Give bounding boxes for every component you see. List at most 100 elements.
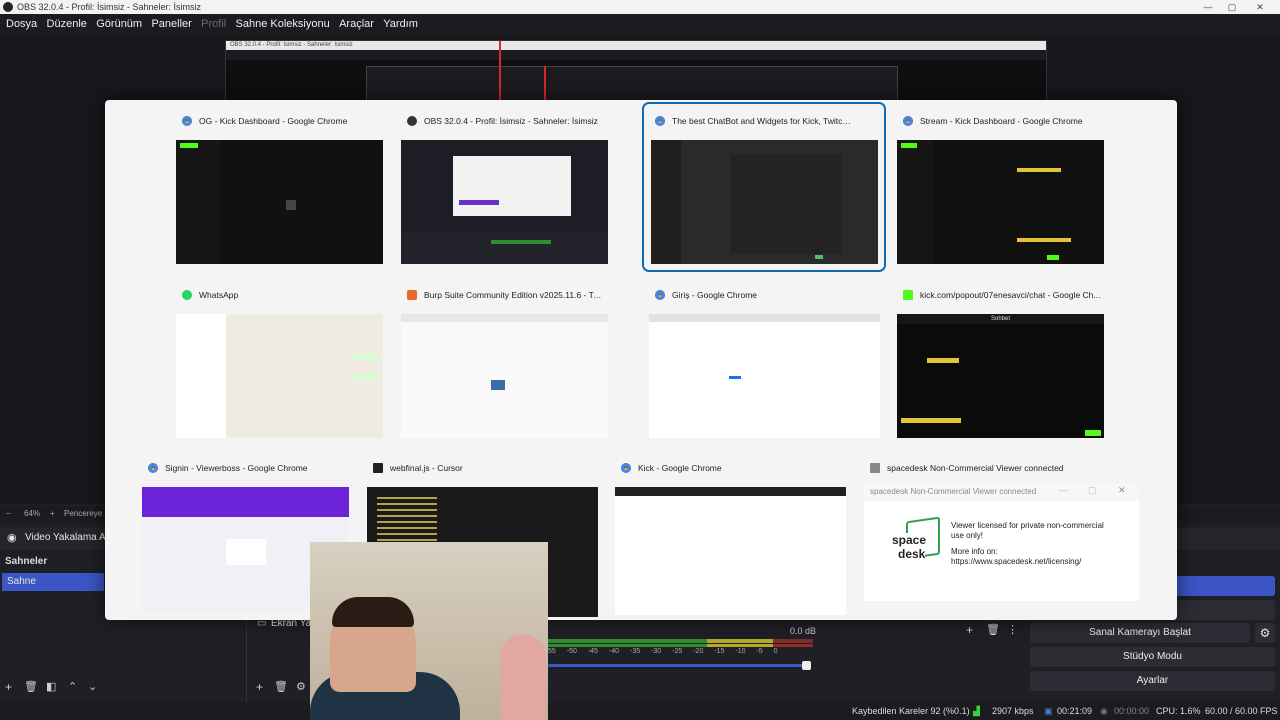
window-title: Giriş - Google Chrome <box>672 290 758 300</box>
chrome-icon <box>655 116 665 126</box>
remove-scene-icon[interactable]: 🗑 <box>24 680 38 693</box>
menu-tools[interactable]: Araçlar <box>339 14 374 34</box>
dialog-close-icon[interactable]: ✕ <box>1118 485 1126 496</box>
scene-filters-icon[interactable]: ◧ <box>46 680 56 693</box>
meter-tick: -20 <box>693 648 704 655</box>
audio-mixer-dock: 0.0 dB 55 -50 -45 -40 -35 -30 -25 -20 -1… <box>548 620 1018 702</box>
minimize-icon[interactable]: — <box>1196 0 1220 14</box>
remove-audio-icon[interactable]: 🗑 <box>986 623 1000 636</box>
meter-tick: -40 <box>608 648 620 655</box>
window-title: WhatsApp <box>199 290 239 300</box>
window-title: OBS 32.0.4 - Profil: İsimsiz - Sahneler:… <box>424 116 598 126</box>
volume-slider[interactable] <box>548 664 808 667</box>
source-properties-icon[interactable]: ⚙ <box>296 680 306 693</box>
meter-tick: -35 <box>629 648 641 655</box>
meter-tick: -45 <box>587 648 598 655</box>
window-switcher: OG - Kick Dashboard - Google Chrome OBS … <box>105 100 1177 620</box>
add-audio-icon[interactable]: + <box>966 623 973 637</box>
window-thumbnail: Sohbet <box>897 314 1104 438</box>
add-source-icon[interactable]: + <box>256 680 263 694</box>
dropped-frames: Kaybedilen Kareler 92 (%0.1) <box>852 706 970 716</box>
spacedesk-dialog-title: spacedesk Non-Commercial Viewer connecte… <box>870 487 1037 496</box>
volume-meter <box>548 644 813 647</box>
meter-tick: -50 <box>566 648 577 655</box>
preview-red-guide <box>499 41 501 101</box>
remove-source-icon[interactable]: 🗑 <box>274 680 288 693</box>
window-title: Kick - Google Chrome <box>638 463 722 473</box>
chrome-icon <box>903 116 913 126</box>
move-down-icon[interactable]: ⌄ <box>88 680 97 693</box>
fps: 60.00 / 60.00 FPS <box>1205 706 1278 716</box>
selected-source-label[interactable]: Video Yakalama Ayg <box>25 532 116 543</box>
zoom-out-icon[interactable]: − <box>6 509 11 518</box>
menu-edit[interactable]: Düzenle <box>47 14 87 34</box>
info-label: More info on: <box>951 547 998 556</box>
zoom-level: 64% <box>24 509 41 518</box>
window-thumbnail <box>649 314 880 438</box>
fit-window-label[interactable]: Pencereye B <box>64 509 110 518</box>
studio-mode-button[interactable]: Stüdyo Modu <box>1030 647 1275 667</box>
settings-button[interactable]: Ayarlar <box>1030 671 1275 691</box>
logo-text-space: space <box>892 533 927 547</box>
window-title: webfinal.js - Cursor <box>390 463 463 473</box>
volume-slider-handle[interactable] <box>802 661 811 670</box>
burp-icon <box>407 290 417 300</box>
zoom-in-icon[interactable]: + <box>50 509 55 518</box>
meter-tick: -15 <box>714 648 725 655</box>
license-line-1: Viewer licensed for private non-commerci… <box>951 521 1104 530</box>
nested-obs-preview: OBS 32.0.4 - Profil: İsimsiz - Sahneler:… <box>225 40 1047 103</box>
cursor-icon <box>373 463 383 473</box>
window-thumbnail <box>401 314 608 438</box>
menu-view[interactable]: Görünüm <box>96 14 142 34</box>
window-title: Stream - Kick Dashboard - Google Chrome <box>920 116 1083 126</box>
start-virtual-camera-button[interactable]: Sanal Kamerayı Başlat <box>1030 623 1250 643</box>
menu-help[interactable]: Yardım <box>383 14 418 34</box>
close-icon[interactable]: ✕ <box>1248 0 1272 14</box>
window-title: spacedesk Non-Commercial Viewer connecte… <box>887 463 1064 473</box>
menu-bar: Dosya Düzenle Görünüm Paneller Profil Sa… <box>0 14 1280 34</box>
dialog-minimize-icon[interactable]: — <box>1059 485 1068 495</box>
chrome-icon <box>148 463 158 473</box>
webcam-person-background <box>500 634 546 720</box>
scene-item[interactable]: Sahne <box>2 573 104 591</box>
spacedesk-icon <box>870 463 880 473</box>
obs-logo-icon <box>3 2 13 12</box>
logo-text-desk: desk <box>898 547 926 561</box>
meter-tick: -10 <box>735 648 746 655</box>
meter-tick: -5 <box>756 648 763 655</box>
menu-scene-collection[interactable]: Sahne Koleksiyonu <box>236 14 330 34</box>
scenes-header: Sahneler <box>5 556 48 567</box>
volume-meter <box>548 639 813 643</box>
window-thumbnail <box>176 314 383 438</box>
license-url[interactable]: https://www.spacedesk.net/licensing/ <box>951 557 1081 566</box>
window-thumbnail <box>176 140 383 264</box>
mixer-menu-icon[interactable]: ⋮ <box>1007 623 1018 636</box>
window-title: Burp Suite Community Edition v2025.11.6 … <box>424 290 606 300</box>
menu-profile[interactable]: Profil <box>201 14 226 34</box>
stream-icon: ▣ <box>1044 706 1053 716</box>
virtual-camera-settings-icon[interactable]: ⚙ <box>1255 623 1275 643</box>
nested-menu-bar <box>226 50 1046 60</box>
mixer-db-value: 0.0 dB <box>790 626 817 636</box>
record-icon: ◉ <box>1100 706 1108 716</box>
nested-inner-preview <box>366 66 898 103</box>
maximize-icon[interactable]: ▢ <box>1220 0 1244 14</box>
meter-tick: -30 <box>651 648 662 655</box>
camera-icon: ◉ <box>7 532 17 544</box>
window-thumbnail <box>651 140 878 264</box>
window-title: OG - Kick Dashboard - Google Chrome <box>199 116 348 126</box>
bitrate: 2907 kbps <box>992 706 1034 716</box>
chrome-icon <box>655 290 665 300</box>
move-up-icon[interactable]: ⌃ <box>68 680 77 693</box>
obs-icon <box>407 116 417 126</box>
spacedesk-logo: space desk <box>892 516 940 563</box>
menu-docks[interactable]: Paneller <box>151 14 191 34</box>
dialog-maximize-icon[interactable]: ▢ <box>1088 485 1097 496</box>
chrome-icon <box>621 463 631 473</box>
add-scene-icon[interactable]: + <box>5 680 12 694</box>
nested-title-bar: OBS 32.0.4 - Profil: İsimsiz - Sahneler:… <box>226 41 1046 50</box>
license-line-2: use only! <box>951 531 984 540</box>
menu-file[interactable]: Dosya <box>6 14 37 34</box>
meter-scale: 55 -50 -45 -40 -35 -30 -25 -20 -15 -10 -… <box>548 648 813 655</box>
window-title: Signin - Viewerboss - Google Chrome <box>165 463 308 473</box>
